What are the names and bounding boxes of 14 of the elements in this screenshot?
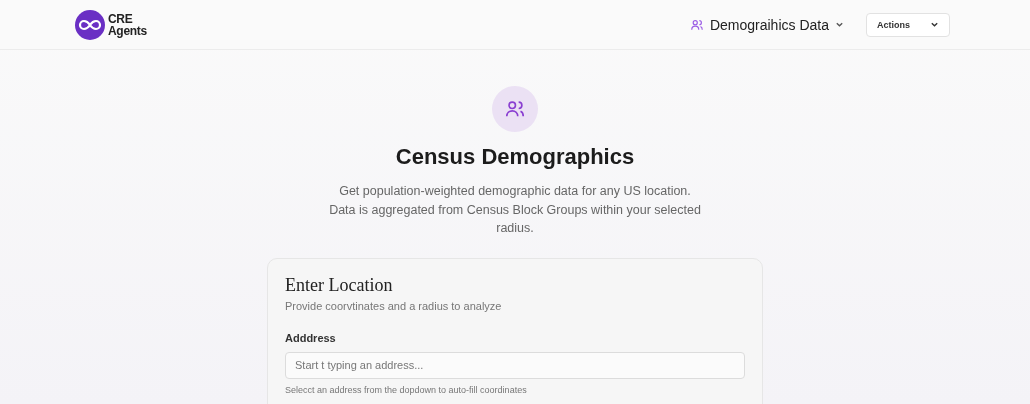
actions-button[interactable]: Actions xyxy=(866,12,950,37)
page-description: Get population-weighted demographic data for any US location. Data is aggregated from Census Block Groups within your selected radius. xyxy=(328,183,702,237)
chevron-down-icon xyxy=(930,20,939,29)
address-label: Adddress xyxy=(285,331,337,344)
chevron-down-icon xyxy=(835,20,844,29)
brand-name: CRE Agents xyxy=(108,12,147,37)
card-title: Enter Location xyxy=(285,274,394,296)
users-icon xyxy=(689,17,704,32)
address-input[interactable]: Start t typing an address... xyxy=(285,351,745,379)
infinity-logo-icon xyxy=(75,9,105,40)
address-hint: Selecct an address from the dopdown to auto-fill coordinates xyxy=(285,384,528,395)
card-subtitle: Provide coorvtinates and a radius to analyze xyxy=(285,299,503,312)
demographics-menu[interactable]: Demograihics Data xyxy=(689,16,844,33)
page-title: Census Demographics xyxy=(395,144,635,170)
